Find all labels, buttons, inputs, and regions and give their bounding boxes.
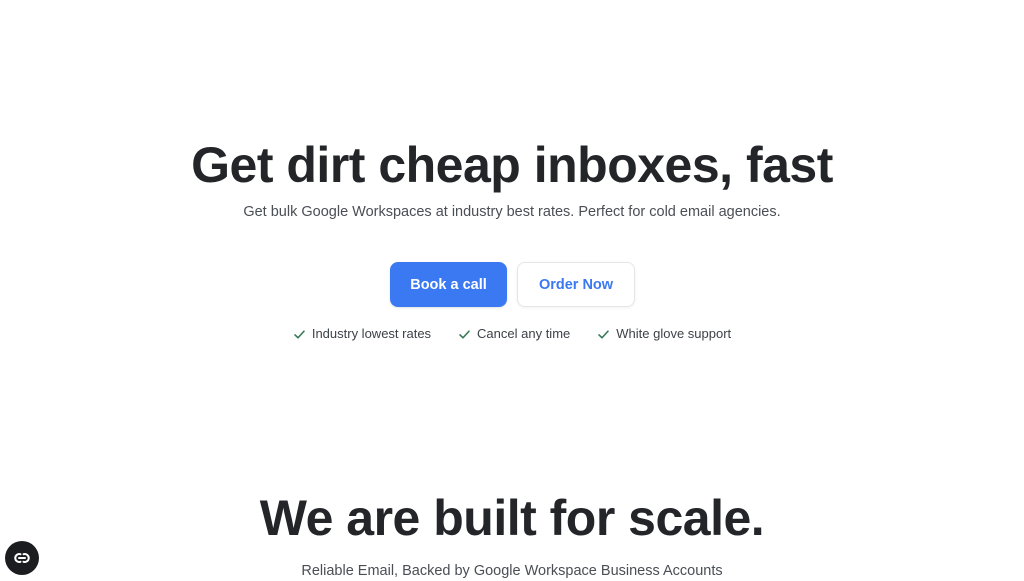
check-icon bbox=[459, 329, 470, 339]
feature-list: Industry lowest rates Cancel any time Wh… bbox=[0, 324, 1024, 344]
chat-widget-button[interactable] bbox=[5, 541, 39, 575]
order-now-button[interactable]: Order Now bbox=[517, 262, 635, 307]
feature-label: White glove support bbox=[616, 326, 732, 341]
hero-subtitle: Get bulk Google Workspaces at industry b… bbox=[243, 204, 781, 220]
book-a-call-button[interactable]: Book a call bbox=[390, 262, 507, 307]
feature-label: Cancel any time bbox=[477, 326, 571, 341]
cta-buttons: Book a call Order Now bbox=[390, 262, 640, 308]
check-icon bbox=[598, 329, 610, 339]
feature-label: Industry lowest rates bbox=[311, 326, 432, 341]
scale-section-title: We are built for scale. bbox=[259, 490, 765, 546]
hero-title: Get dirt cheap inboxes, fast bbox=[191, 137, 833, 193]
scale-section-subtitle: Reliable Email, Backed by Google Workspa… bbox=[301, 563, 723, 579]
chat-widget-icon bbox=[14, 553, 30, 563]
check-icon bbox=[294, 329, 305, 339]
feature-item: Industry lowest rates bbox=[293, 324, 431, 344]
feature-item: White glove support bbox=[597, 324, 731, 344]
feature-item: Cancel any time bbox=[458, 324, 570, 344]
